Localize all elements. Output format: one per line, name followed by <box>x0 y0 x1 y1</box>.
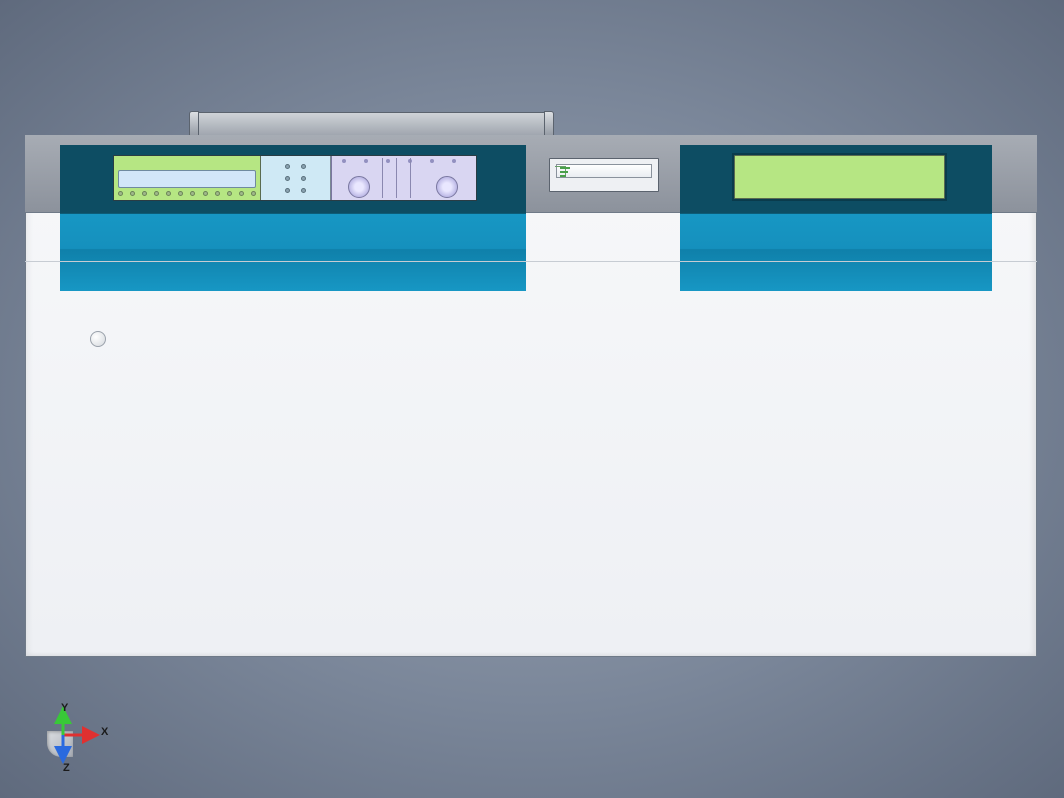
lower-blue-panel-left <box>60 213 526 291</box>
blue-bracket-module <box>261 156 331 200</box>
cad-viewport[interactable]: X Y Z <box>0 0 1064 798</box>
bracket-holes <box>285 164 307 194</box>
axis-label-y: Y <box>61 703 68 714</box>
front-panel-knob <box>90 331 106 347</box>
rail-fastener-row <box>118 189 256 197</box>
view-orientation-triad[interactable]: X Y Z <box>33 705 113 775</box>
triad-axes-icon <box>33 705 113 775</box>
axis-label-x: X <box>101 727 108 738</box>
gear-icon <box>348 176 370 198</box>
mechanism-window-left <box>113 155 477 201</box>
green-rail-module <box>114 156 261 200</box>
label-strip <box>556 164 652 178</box>
enclosure-horizontal-seam <box>25 261 1037 262</box>
purple-fasteners <box>342 159 456 163</box>
linear-rail <box>118 170 256 188</box>
axis-label-z: Z <box>63 763 70 774</box>
gear-icon <box>436 176 458 198</box>
assembly-top-protrusion <box>197 112 546 136</box>
mechanism-window-right <box>734 155 945 199</box>
purple-gear-module <box>331 156 476 200</box>
lower-blue-panel-right <box>680 213 992 291</box>
label-slot-window <box>549 158 659 192</box>
